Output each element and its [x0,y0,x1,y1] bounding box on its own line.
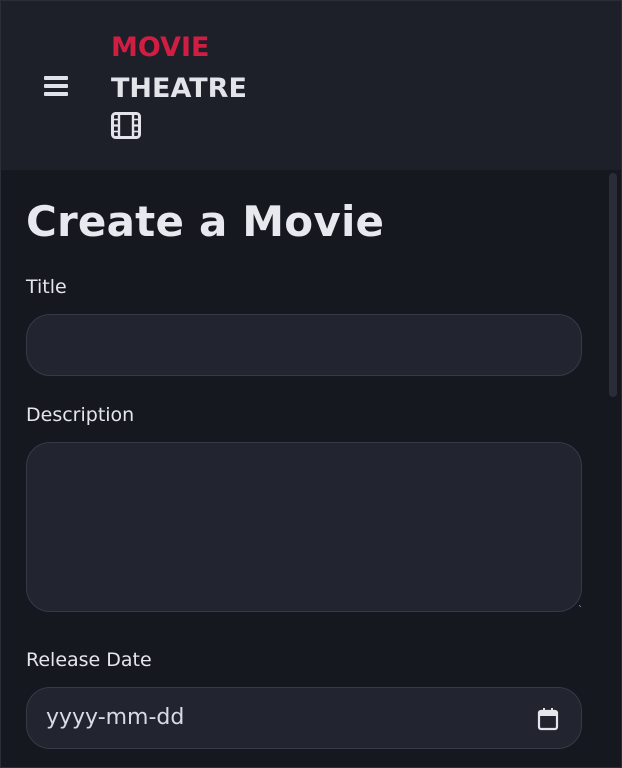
release-date-label: Release Date [26,649,152,671]
film-icon [111,112,141,139]
textarea-resize-handle[interactable]: ` [578,605,583,616]
page-title: Create a Movie [26,197,385,246]
menu-bar-middle [44,84,68,88]
release-date-input[interactable]: yyyy-mm-dd [26,687,582,749]
title-input[interactable] [26,314,582,376]
description-label: Description [26,404,135,426]
menu-bar-bottom [44,92,68,96]
app-window: MOVIE THEATRE Create a Movie Title Descr… [0,0,622,768]
description-textarea[interactable] [26,442,582,612]
brand-logo[interactable]: MOVIE THEATRE [111,29,247,109]
brand-movie-text: MOVIE [111,32,210,63]
hamburger-menu-button[interactable] [39,71,73,101]
calendar-icon[interactable] [537,707,559,731]
create-movie-form: Create a Movie Title Description ` Relea… [1,170,621,767]
release-date-placeholder: yyyy-mm-dd [46,705,185,730]
app-header: MOVIE THEATRE [1,1,621,170]
brand-theatre-text: THEATRE [111,73,247,104]
scrollbar-thumb[interactable] [609,173,617,397]
menu-bar-top [44,76,68,80]
page-scrollbar[interactable] [608,170,618,767]
title-label: Title [26,276,67,298]
